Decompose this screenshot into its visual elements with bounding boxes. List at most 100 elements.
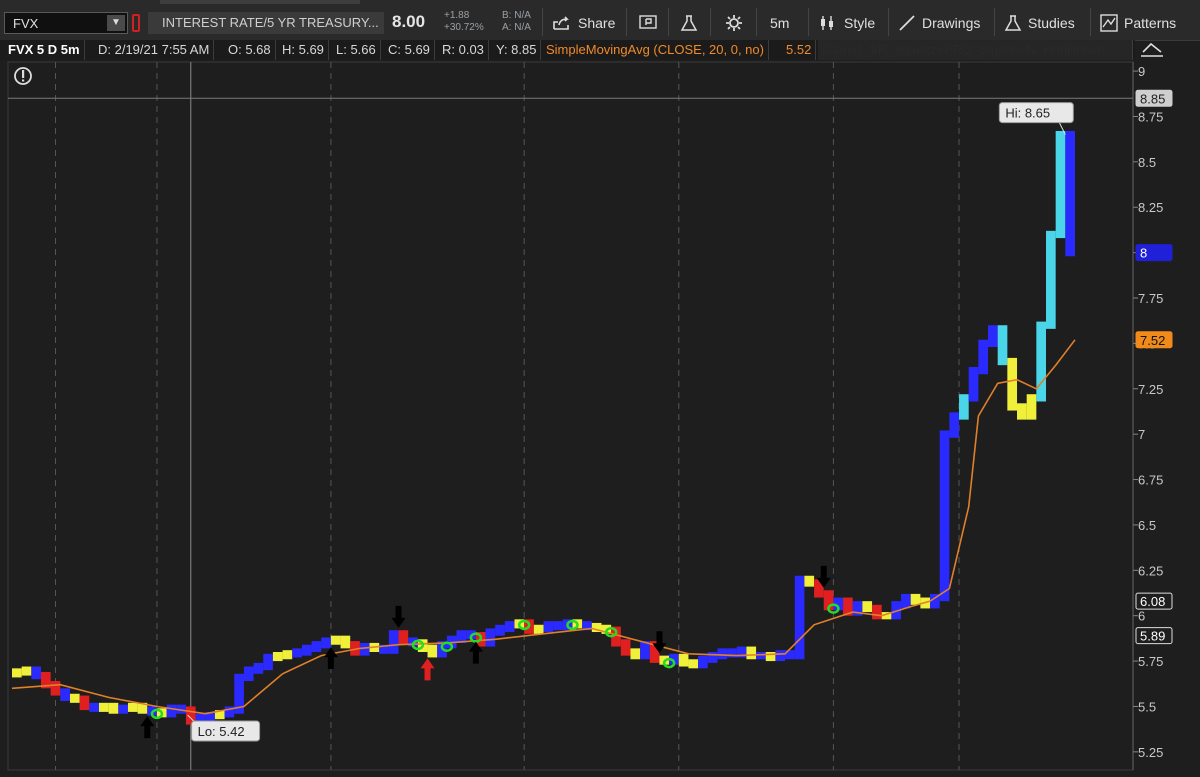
toolbar-divider — [626, 8, 627, 36]
tab-strip — [160, 0, 360, 4]
flask-button[interactable] — [680, 10, 698, 36]
price-bar — [949, 412, 960, 438]
price-bar — [533, 624, 544, 634]
settings-button[interactable] — [724, 10, 744, 36]
patterns-icon — [1100, 14, 1118, 32]
price-bar — [698, 655, 708, 669]
toolbar: FVX ▼ INTEREST RATE/5 YR TREASURY... 8.0… — [0, 0, 1200, 41]
y-tick-label: 7.25 — [1138, 382, 1163, 397]
price-bar — [321, 637, 331, 649]
price-bar — [620, 639, 631, 656]
link-color-icon[interactable] — [132, 14, 140, 32]
price-chart[interactable]: 98.758.58.2587.757.57.2576.756.56.2565.7… — [0, 60, 1200, 777]
price-bar — [292, 648, 302, 658]
price-bar — [1046, 230, 1056, 329]
y-tick-label: 6.75 — [1138, 473, 1163, 488]
lo-label: Lo: 5.42 — [198, 724, 245, 739]
price-bar — [794, 575, 805, 660]
price-bar — [872, 604, 882, 620]
price-bar — [311, 641, 322, 652]
y-tick-label: 5.75 — [1138, 654, 1163, 669]
price-bar — [775, 650, 786, 662]
price-bar — [98, 702, 109, 712]
price-bar — [50, 681, 61, 696]
symbol-description: INTEREST RATE/5 YR TREASURY... — [148, 12, 384, 34]
price-bar — [862, 601, 873, 613]
symbol-text: FVX — [13, 16, 39, 31]
study-sma-label[interactable]: SimpleMovingAvg (CLOSE, 20, 0, no) — [542, 40, 769, 60]
price-bar — [108, 702, 119, 714]
y-tick-label: 7.75 — [1138, 291, 1163, 306]
price-bar — [504, 621, 515, 633]
price-bar — [543, 621, 554, 633]
chart-title: FVX 5 D 5m — [4, 40, 85, 60]
sma-path — [11, 339, 1076, 715]
price-bar — [997, 325, 1008, 366]
patterns-button[interactable]: Patterns — [1100, 10, 1176, 36]
price-bar — [978, 339, 989, 375]
price-marker-label: 5.89 — [1140, 629, 1165, 644]
sma-line — [11, 339, 1076, 715]
flag-icon — [639, 15, 657, 29]
study-squeeze-label[interactable]: shared_SF_SqueezePRO_Signals-N, HoriHori… — [818, 40, 1133, 60]
toolbar-divider — [542, 8, 543, 36]
price-bar — [89, 702, 99, 712]
price-bar — [959, 394, 969, 420]
price-bar — [127, 702, 138, 712]
share-label: Share — [578, 15, 616, 31]
price-bar — [21, 666, 32, 676]
symbol-selector[interactable]: FVX ▼ — [4, 12, 128, 34]
expand-panel[interactable] — [1137, 40, 1200, 62]
price-bar — [765, 652, 776, 662]
chevron-down-icon[interactable]: ▼ — [107, 15, 125, 31]
flag-button[interactable] — [638, 10, 658, 36]
buy-arrow-icon — [323, 647, 338, 670]
price-bar — [69, 693, 80, 703]
price-bar — [1065, 130, 1075, 257]
y-tick-label: 6.25 — [1138, 563, 1163, 578]
price-bar — [746, 646, 757, 660]
y-tick-label: 9 — [1138, 64, 1145, 79]
bid-ask: B: N/A A: N/A — [502, 10, 531, 34]
price-bars — [12, 130, 1075, 725]
style-button[interactable]: Style — [818, 10, 875, 36]
price-bar — [31, 666, 41, 680]
price-bar — [118, 704, 128, 714]
price-bar — [340, 635, 351, 649]
price-bar — [388, 630, 399, 654]
price-bar — [282, 650, 293, 660]
alert-icon[interactable] — [14, 67, 32, 85]
bar-range: R: 0.03 — [438, 40, 489, 60]
price-bar — [804, 575, 815, 587]
bar-high: H: 5.69 — [278, 40, 329, 60]
timeframe-button[interactable]: 5m — [770, 10, 789, 36]
price-bar — [1017, 403, 1027, 420]
alert-arrow-icon — [420, 658, 435, 681]
y-tick-label: 8.5 — [1138, 155, 1156, 170]
price-bar — [330, 635, 341, 645]
style-label: Style — [844, 15, 876, 31]
hi-label: Hi: 8.65 — [1005, 106, 1050, 121]
bar-low: L: 5.66 — [332, 40, 381, 60]
price-bar — [553, 621, 563, 631]
y-tick-label: 6 — [1138, 609, 1145, 624]
toolbar-divider — [808, 8, 809, 36]
price-bar — [243, 666, 254, 682]
share-button[interactable]: Share — [552, 10, 615, 36]
timeframe-label: 5m — [770, 15, 790, 31]
study-sma-value: 5.52 — [782, 40, 817, 60]
beaker-icon — [1004, 15, 1022, 31]
y-tick-label: 5.5 — [1138, 699, 1156, 714]
price-bar — [60, 688, 70, 702]
drawings-button[interactable]: Drawings — [898, 10, 980, 36]
y-tick-label: 7 — [1138, 427, 1145, 442]
ask-value: A: N/A — [502, 22, 531, 33]
studies-button[interactable]: Studies — [1004, 10, 1075, 36]
price-marker-label: 8.85 — [1140, 91, 1165, 106]
sell-arrow-icon — [391, 605, 406, 628]
last-price: 8.00 — [392, 12, 426, 31]
bar-close: C: 5.69 — [384, 40, 435, 60]
y-tick-label: 5.25 — [1138, 745, 1163, 760]
price-bar — [717, 648, 728, 660]
studies-label: Studies — [1028, 15, 1075, 31]
